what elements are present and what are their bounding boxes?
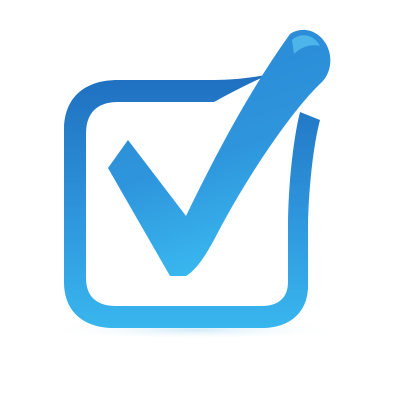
checkbox-checkmark-icon [45, 29, 345, 340]
canvas [0, 0, 400, 400]
